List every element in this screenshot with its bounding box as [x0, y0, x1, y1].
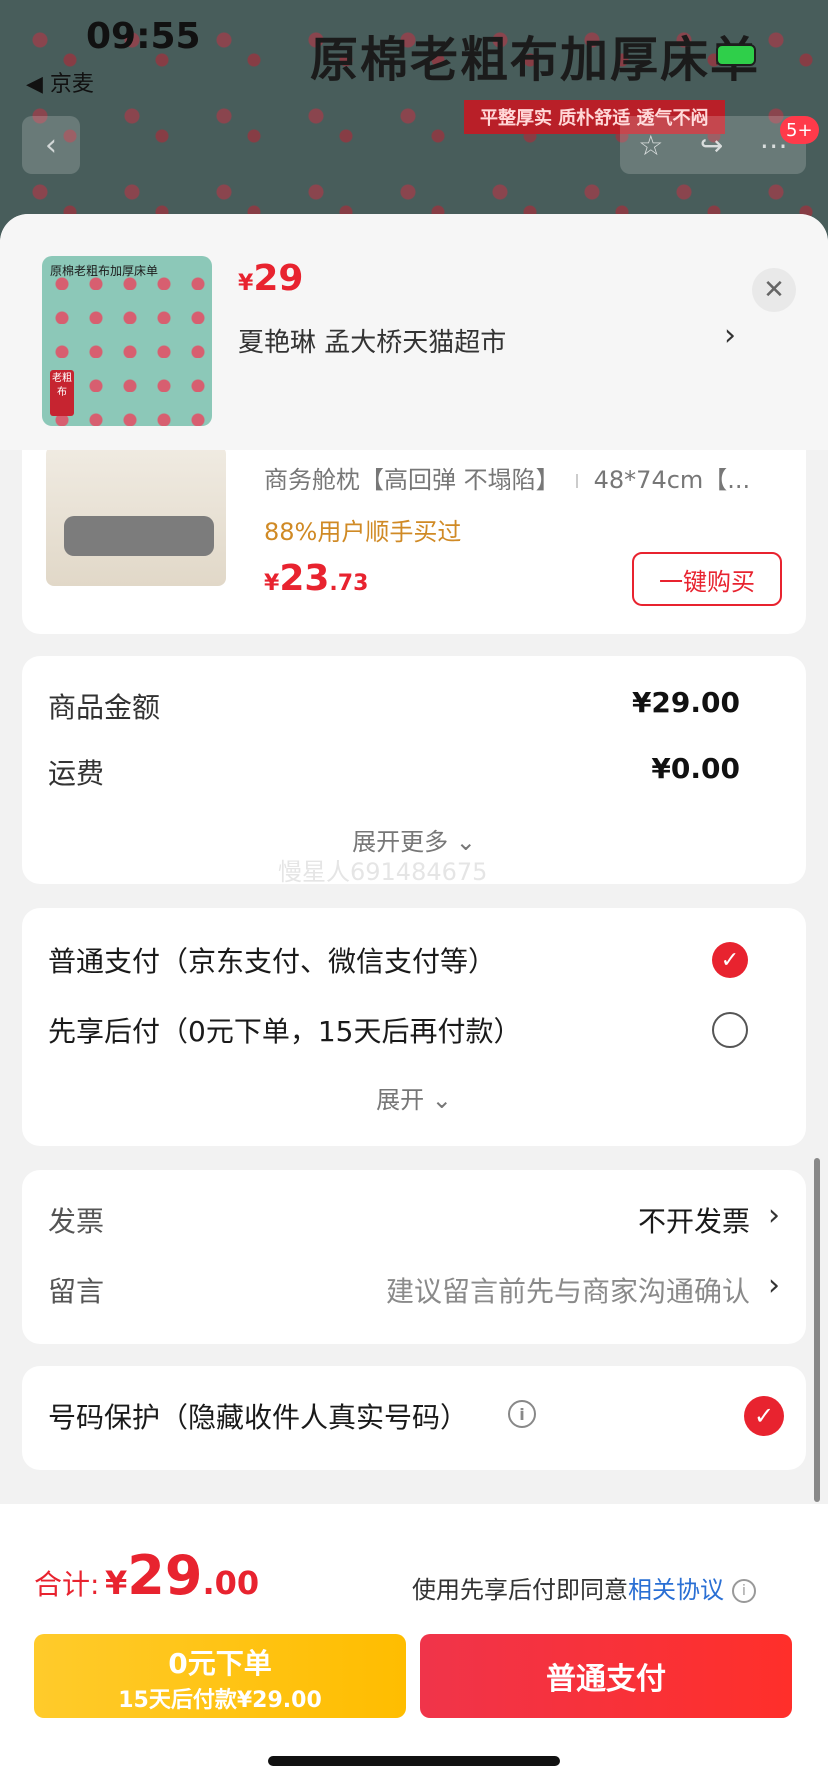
- order-total: 合计: ¥29.00: [34, 1544, 260, 1607]
- amount-card: 商品金额 ¥29.00 运费 ¥0.00 展开更多 ⌄ 慢星人691484675: [22, 656, 806, 886]
- goods-amount-value: ¥29.00: [631, 686, 740, 719]
- check-icon[interactable]: ✓: [744, 1396, 784, 1436]
- close-button[interactable]: ✕: [752, 268, 796, 312]
- agreement-text: 使用先享后付即同意相关协议 i: [412, 1570, 756, 1605]
- status-time: 09:55: [86, 16, 201, 57]
- watermark-text: 慢星人691484675: [278, 858, 488, 886]
- shipping-label: 运费: [48, 757, 105, 790]
- back-to-app-link[interactable]: ◀ 京麦: [26, 66, 94, 98]
- banner-title: 原棉老粗布加厚床单: [310, 32, 761, 88]
- payment-card: 普通支付（京东支付、微信支付等） ✓ 先享后付（0元下单，15天后再付款） 展开…: [22, 908, 806, 1146]
- payment-option-later[interactable]: 先享后付（0元下单，15天后再付款）: [48, 1010, 521, 1050]
- recommended-price: ¥23.73: [264, 558, 369, 599]
- back-button[interactable]: ‹: [22, 116, 80, 174]
- share-icon[interactable]: ↪: [700, 129, 723, 162]
- goods-amount-label: 商品金额: [48, 691, 161, 724]
- pay-later-button[interactable]: 0元下单 15天后付款¥29.00: [34, 1634, 406, 1718]
- scrollbar[interactable]: [814, 1158, 820, 1502]
- phone-protect-label: 号码保护（隐藏收件人真实号码）: [48, 1401, 469, 1434]
- nav-actions: ☆ ↪ ⋯: [620, 116, 806, 174]
- chevron-right-icon[interactable]: ›: [768, 1198, 780, 1233]
- chevron-right-icon[interactable]: ›: [724, 318, 736, 353]
- invoice-card: 发票 不开发票 › 留言 建议留言前先与商家沟通确认 ›: [22, 1170, 806, 1344]
- star-icon[interactable]: ☆: [638, 129, 663, 162]
- radio-unchecked-icon[interactable]: [712, 1012, 748, 1048]
- info-icon[interactable]: i: [732, 1579, 756, 1603]
- product-thumbnail: 原棉老粗布加厚床单 老粗布: [42, 256, 212, 426]
- phone-protect-card: 号码保护（隐藏收件人真实号码） i ✓: [22, 1366, 806, 1470]
- payment-option-normal[interactable]: 普通支付（京东支付、微信支付等）: [48, 940, 496, 980]
- product-price: ¥29: [238, 258, 304, 299]
- home-indicator: [268, 1756, 560, 1766]
- recommended-hint: 88%用户顺手买过: [264, 518, 462, 546]
- chevron-left-icon: ‹: [45, 127, 57, 163]
- note-label: 留言: [48, 1275, 105, 1308]
- chevron-right-icon[interactable]: ›: [768, 1268, 780, 1303]
- invoice-value[interactable]: 不开发票: [638, 1200, 750, 1240]
- check-icon[interactable]: ✓: [712, 942, 748, 978]
- agreement-link[interactable]: 相关协议: [628, 1576, 724, 1604]
- invoice-label: 发票: [48, 1205, 105, 1238]
- thumbnail-stamp: 老粗布: [50, 370, 74, 416]
- message-badge: 5+: [780, 116, 819, 144]
- close-icon: ✕: [763, 275, 785, 305]
- recommended-item-title: 商务舱枕【高回弹 不塌陷】 48*74cm【...: [264, 466, 751, 494]
- checkout-footer: 合计: ¥29.00 使用先享后付即同意相关协议 i 0元下单 15天后付款¥29…: [0, 1504, 828, 1792]
- payment-expand-button[interactable]: 展开 ⌄: [22, 1080, 806, 1115]
- note-input[interactable]: 建议留言前先与商家沟通确认: [386, 1270, 750, 1310]
- normal-pay-button[interactable]: 普通支付: [420, 1634, 792, 1718]
- shop-name[interactable]: 夏艳琳 孟大桥天猫超市: [238, 322, 506, 359]
- recommended-item-card: 商务舱枕【高回弹 不塌陷】 48*74cm【... 88%用户顺手买过 ¥23.7…: [22, 424, 806, 634]
- one-click-buy-button[interactable]: 一键购买: [632, 552, 782, 606]
- shipping-value: ¥0.00: [651, 752, 740, 785]
- pillow-image[interactable]: [46, 446, 226, 586]
- info-icon[interactable]: i: [508, 1400, 536, 1428]
- checkout-sheet: 商务舱枕【高回弹 不塌陷】 48*74cm【... 88%用户顺手买过 ¥23.7…: [0, 214, 828, 1792]
- battery-icon: [716, 44, 756, 66]
- sheet-header: 原棉老粗布加厚床单 老粗布 ¥29 夏艳琳 孟大桥天猫超市 › ✕: [0, 214, 828, 450]
